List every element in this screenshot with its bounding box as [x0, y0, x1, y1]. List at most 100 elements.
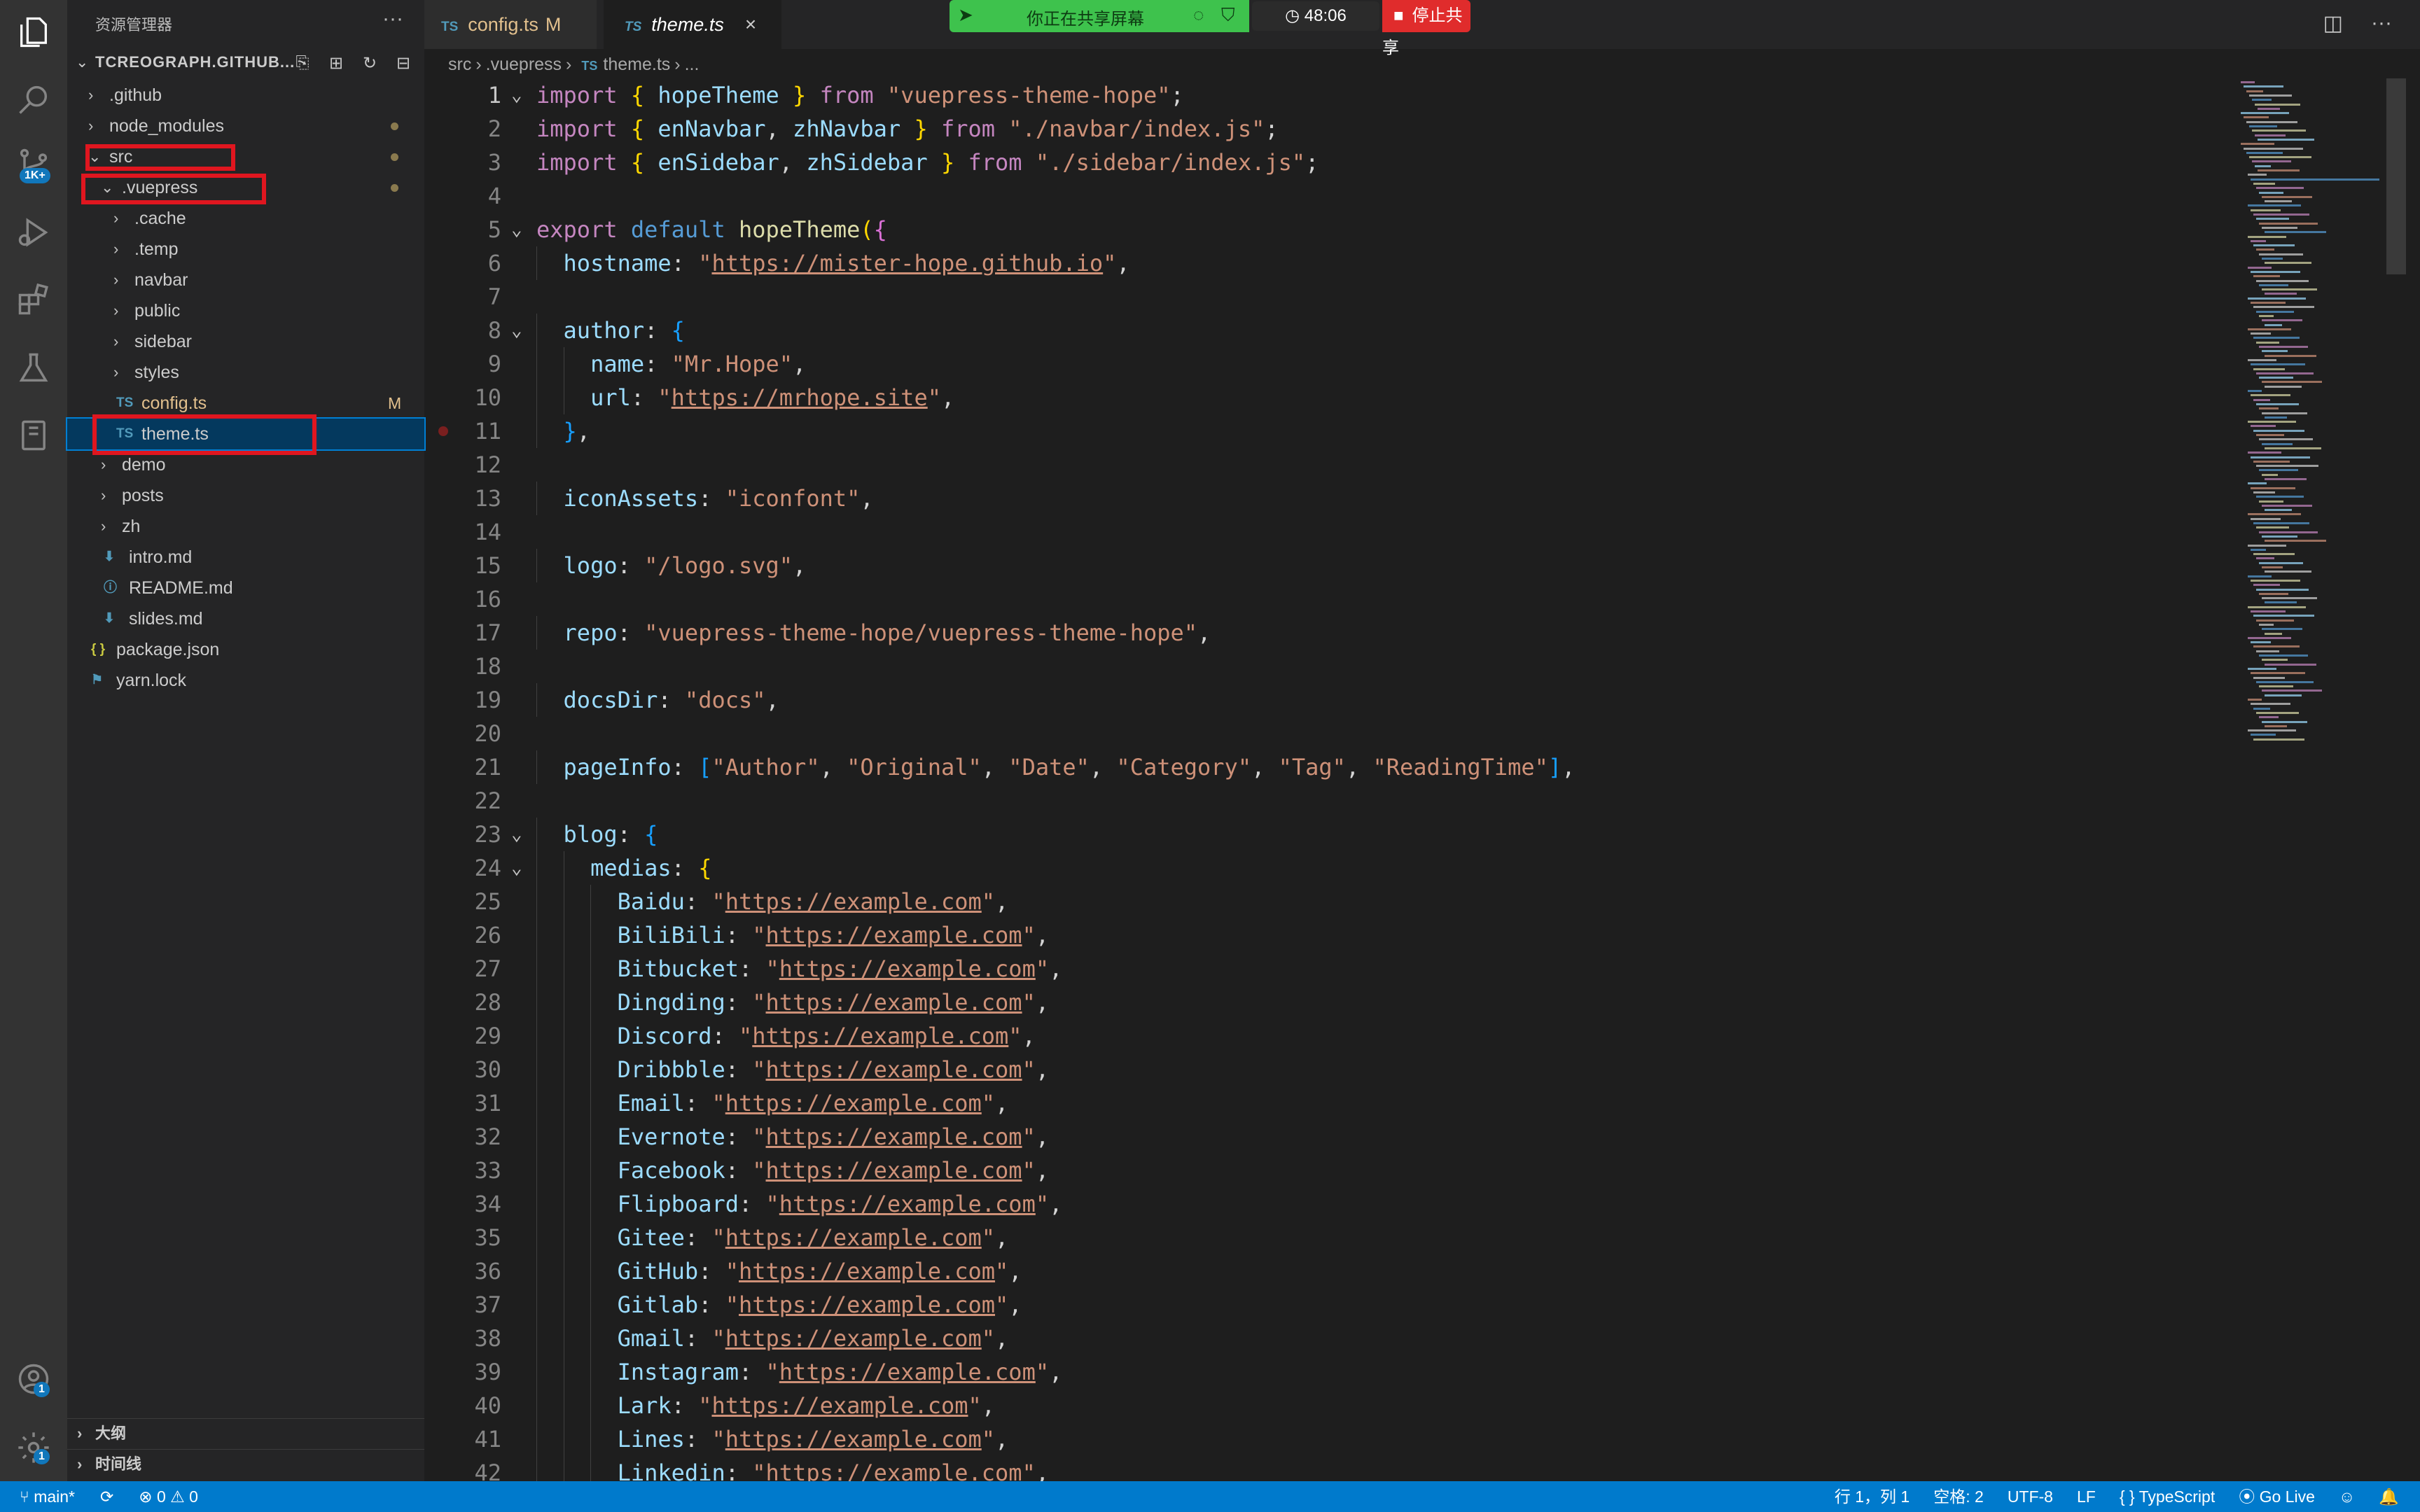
code-line[interactable]: 25 Baidu: "https://example.com", — [424, 885, 2245, 918]
close-icon[interactable]: × — [745, 13, 756, 35]
code-line[interactable]: 13 iconAssets: "iconfont", — [424, 482, 2245, 515]
code-line[interactable]: 12 — [424, 448, 2245, 482]
feedback-icon[interactable]: ☺ — [2339, 1481, 2355, 1512]
indentation[interactable]: 空格: 2 — [1933, 1481, 1984, 1512]
code-line[interactable]: 40 Lark: "https://example.com", — [424, 1389, 2245, 1422]
workspace-header[interactable]: ⌄ TCREOGRAPH.GITHUB... ⎘ ⊞ ↻ ⊟ — [67, 49, 424, 77]
code-line[interactable]: 15 logo: "/logo.svg", — [424, 549, 2245, 582]
collapse-all-icon[interactable]: ⊟ — [392, 52, 415, 74]
go-live-button[interactable]: ⦿ Go Live — [2239, 1481, 2315, 1512]
more-actions-icon[interactable]: ··· — [382, 7, 403, 31]
fold-chevron-icon[interactable]: ⌄ — [511, 851, 522, 885]
breadcrumb-file[interactable]: theme.ts — [603, 55, 670, 74]
code-line[interactable]: 5 ⌄ export default hopeTheme({ — [424, 213, 2245, 246]
remote-explorer-icon[interactable] — [13, 414, 55, 456]
code-line[interactable]: 20 — [424, 717, 2245, 750]
breadcrumb-src[interactable]: src — [448, 55, 471, 74]
code-line[interactable]: 35 Gitee: "https://example.com", — [424, 1221, 2245, 1254]
fold-chevron-icon[interactable]: ⌄ — [511, 213, 522, 246]
breakpoint-hint-icon[interactable] — [438, 426, 448, 436]
code-line[interactable]: 8 ⌄ author: { — [424, 314, 2245, 347]
shield-icon[interactable]: ⛉ — [1221, 4, 1235, 27]
tree-item[interactable]: ⓘ README.md — [67, 573, 424, 603]
code-line[interactable]: 21 pageInfo: ["Author", "Original", "Dat… — [424, 750, 2245, 784]
code-line[interactable]: 22 — [424, 784, 2245, 818]
fold-chevron-icon[interactable]: ⌄ — [511, 314, 522, 347]
code-editor[interactable]: 1 ⌄ import { hopeTheme } from "vuepress-th… — [424, 78, 2245, 1481]
code-line[interactable]: 3 import { enSidebar, zhSidebar } from ".… — [424, 146, 2245, 179]
code-line[interactable]: 33 Facebook: "https://example.com", — [424, 1154, 2245, 1187]
code-line[interactable]: 39 Instagram: "https://example.com", — [424, 1355, 2245, 1389]
code-line[interactable]: 24 ⌄ medias: { — [424, 851, 2245, 885]
tree-item[interactable]: › navbar — [67, 265, 424, 295]
code-line[interactable]: 11 }, — [424, 414, 2245, 448]
tree-item[interactable]: › zh — [67, 511, 424, 542]
tree-item[interactable]: { } package.json — [67, 634, 424, 665]
code-line[interactable]: 37 Gitlab: "https://example.com", — [424, 1288, 2245, 1322]
pause-icon[interactable]: ◌ — [1193, 4, 1204, 26]
code-line[interactable]: 31 Email: "https://example.com", — [424, 1086, 2245, 1120]
tree-item[interactable]: ⬇ intro.md — [67, 542, 424, 573]
outline-panel[interactable]: › 大纲 — [67, 1418, 424, 1448]
timeline-panel[interactable]: › 时间线 — [67, 1449, 424, 1479]
code-line[interactable]: 19 docsDir: "docs", — [424, 683, 2245, 717]
code-line[interactable]: 36 GitHub: "https://example.com", — [424, 1254, 2245, 1288]
new-folder-icon[interactable]: ⊞ — [325, 52, 347, 74]
code-line[interactable]: 28 Dingding: "https://example.com", — [424, 986, 2245, 1019]
breadcrumb-symbols[interactable]: ... — [685, 55, 700, 74]
code-line[interactable]: 27 Bitbucket: "https://example.com", — [424, 952, 2245, 986]
code-line[interactable]: 2 import { enNavbar, zhNavbar } from "./n… — [424, 112, 2245, 146]
code-line[interactable]: 7 — [424, 280, 2245, 314]
search-icon[interactable] — [13, 78, 55, 120]
code-line[interactable]: 41 Lines: "https://example.com", — [424, 1422, 2245, 1456]
fold-chevron-icon[interactable]: ⌄ — [511, 78, 522, 112]
minimap-slider[interactable] — [2386, 78, 2406, 274]
more-actions-icon[interactable]: ··· — [2371, 11, 2392, 36]
code-line[interactable]: 30 Dribbble: "https://example.com", — [424, 1053, 2245, 1086]
tree-item[interactable]: › .temp — [67, 234, 424, 265]
code-line[interactable]: 16 — [424, 582, 2245, 616]
code-line[interactable]: 26 BiliBili: "https://example.com", — [424, 918, 2245, 952]
minimap[interactable] — [2234, 78, 2406, 781]
tree-item[interactable]: › .github — [67, 80, 424, 111]
code-line[interactable]: 34 Flipboard: "https://example.com", — [424, 1187, 2245, 1221]
code-line[interactable]: 6 hostname: "https://mister-hope.github.… — [424, 246, 2245, 280]
refresh-icon[interactable]: ↻ — [359, 52, 381, 74]
tab-theme-ts[interactable]: TS theme.ts × — [604, 0, 781, 49]
cursor-position[interactable]: 行 1，列 1 — [1835, 1481, 1910, 1512]
breadcrumb-vuepress[interactable]: .vuepress — [486, 55, 562, 74]
extensions-icon[interactable] — [13, 279, 55, 321]
tree-item[interactable]: › styles — [67, 357, 424, 388]
branch-status[interactable]: ⑂ main* — [20, 1481, 75, 1512]
run-debug-icon[interactable] — [13, 211, 55, 253]
stop-share-button[interactable]: ■ 停止共享 — [1382, 0, 1470, 57]
problems-status[interactable]: ⊗ 0 ⚠ 0 — [139, 1481, 198, 1512]
code-line[interactable]: 1 ⌄ import { hopeTheme } from "vuepress-th… — [424, 78, 2245, 112]
explorer-icon[interactable] — [13, 11, 55, 53]
line-ending[interactable]: LF — [2077, 1481, 2096, 1512]
code-line[interactable]: 17 repo: "vuepress-theme-hope/vuepress-t… — [424, 616, 2245, 650]
tree-item[interactable]: ⬇ slides.md — [67, 603, 424, 634]
new-file-icon[interactable]: ⎘ — [291, 52, 314, 74]
tab-config-ts[interactable]: TS config.ts M — [424, 0, 597, 49]
tree-item[interactable]: › public — [67, 295, 424, 326]
code-line[interactable]: 14 — [424, 515, 2245, 549]
sync-icon[interactable]: ⟳ — [100, 1481, 113, 1512]
code-line[interactable]: 10 url: "https://mrhope.site", — [424, 381, 2245, 414]
code-line[interactable]: 32 Evernote: "https://example.com", — [424, 1120, 2245, 1154]
code-line[interactable]: 9 name: "Mr.Hope", — [424, 347, 2245, 381]
code-line[interactable]: 29 Discord: "https://example.com", — [424, 1019, 2245, 1053]
tree-item[interactable]: › posts — [67, 480, 424, 511]
tree-item[interactable]: › .cache — [67, 203, 424, 234]
tree-item[interactable]: ⚑ yarn.lock — [67, 665, 424, 696]
tree-item[interactable]: › sidebar — [67, 326, 424, 357]
testing-icon[interactable] — [13, 347, 55, 389]
gear-icon[interactable] — [13, 1427, 55, 1469]
code-line[interactable]: 42 Linkedin: "https://example.com", — [424, 1456, 2245, 1481]
code-line[interactable]: 23 ⌄ blog: { — [424, 818, 2245, 851]
encoding[interactable]: UTF-8 — [2008, 1481, 2053, 1512]
code-line[interactable]: 38 Gmail: "https://example.com", — [424, 1322, 2245, 1355]
split-editor-icon[interactable]: ◫ — [2323, 11, 2343, 36]
bell-icon[interactable]: 🔔 — [2379, 1481, 2399, 1512]
tree-item[interactable]: › node_modules — [67, 111, 424, 141]
